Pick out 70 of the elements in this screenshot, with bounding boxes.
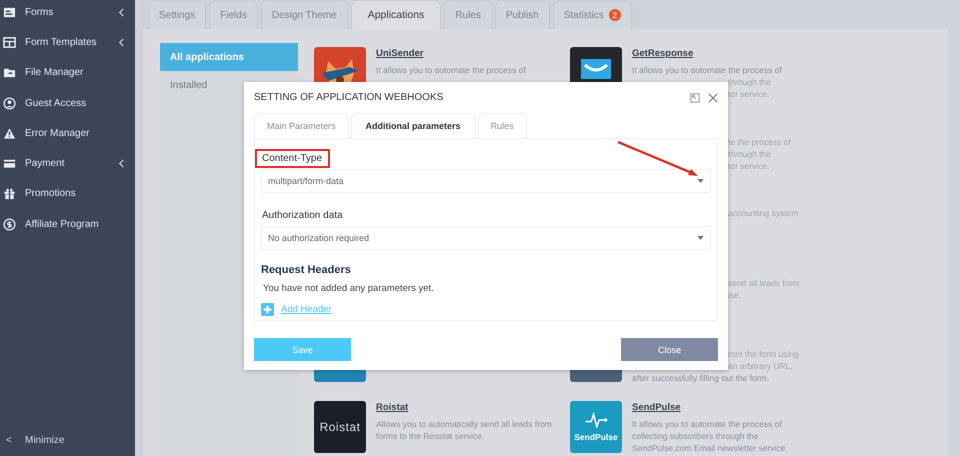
description-line: It allows you to automate the process of [376,64,526,76]
app-title-link[interactable]: SendPulse [632,402,681,414]
description-line: rom the form using [728,348,799,360]
dialog-title: SETTING OF APPLICATION WEBHOOKS [254,92,444,103]
warning-icon [3,126,16,140]
restore-icon[interactable] [690,92,700,102]
description-line: ter service. [728,160,770,172]
chevron-icon [118,159,125,168]
chevron-icon [118,8,125,17]
description-line: forms to the Reostat service. [376,430,484,442]
section-heading: Request Headers [261,264,352,276]
sidebar-item[interactable]: Payment [0,148,135,179]
description-line: ise. [728,289,742,302]
empty-message: You have not added any parameters yet. [262,283,435,294]
gift-icon [3,187,16,200]
folder-icon [3,66,16,80]
logo-text: SendPulse [574,432,618,442]
sidebar-item[interactable]: Promotions [0,178,135,210]
description-line: an arbitrary URL, [728,360,793,372]
caret-icon [697,179,704,183]
sidebar-item-label: Affiliate Program [25,218,100,230]
tab[interactable]: Additional parameters [350,113,476,138]
sidebar-item-label: Form Templates [25,36,98,48]
sidebar-item-label: Promotions [25,188,77,200]
authorization-dropdown[interactable]: No authorization required [261,226,711,250]
description-line: collecting subscribers through the [632,430,759,442]
sidebar-item[interactable]: Form Templates [0,27,135,58]
sidebar-item[interactable]: Guest Access [0,88,135,118]
tab[interactable]: Statistics 2 [552,0,632,29]
sidebar-item-label: Error Manager [25,128,90,139]
plus-icon[interactable] [261,303,274,316]
description-line: through the [728,148,772,160]
card-icon [3,157,16,170]
app-title-link[interactable]: GetResponse [632,48,694,60]
description-line: Allows you to automatically send all leads from [376,418,552,430]
app-title-link[interactable]: Roistat [376,402,408,414]
description-line: SendPulse.com Email newsletter service. [632,442,788,454]
count-badge: 2 [608,9,621,21]
description-line: It allows you to automate the process of [632,64,782,76]
tab[interactable]: Applications [350,0,442,29]
app-logo: Roistat [314,400,366,453]
layout-icon [3,36,16,49]
sidebar-item-label: File Manager [25,67,84,78]
document-icon [3,6,16,19]
close-icon[interactable] [708,92,718,102]
pulse-icon [584,412,608,428]
description-line: te the process of [728,136,791,148]
caret-icon [697,236,704,240]
sidebar-item-label: Guest Access [25,98,88,109]
close-button[interactable]: Close [621,338,718,361]
dollar-icon [3,218,16,231]
sidebar-item-label: Forms [25,6,54,18]
description-line: send all leads from [728,277,800,290]
description-line: ter service. [728,88,770,100]
user-icon [3,96,16,110]
description-line: It allows you to automate the process of [632,418,782,430]
field-label: Content-Type [255,149,330,168]
app-title-link[interactable]: UniSender [376,48,424,60]
minimize-button[interactable]: < Minimize [0,425,135,455]
content-type-dropdown[interactable]: multipart/form-data [261,169,711,193]
sidebar-item[interactable]: Affiliate Program [0,209,135,240]
sidebar-item[interactable]: File Manager [0,58,135,88]
description-line: accounting system [728,206,798,219]
sidebar-item[interactable]: Error Manager [0,118,135,148]
field-label: Authorization data [261,209,344,223]
description-line: through the [728,76,772,88]
sidebar-item-label: Payment [25,158,66,170]
chevron-icon [118,38,125,47]
description-line: after successfully filling out the form. [632,372,770,384]
sidebar-item[interactable]: Forms [0,0,135,28]
